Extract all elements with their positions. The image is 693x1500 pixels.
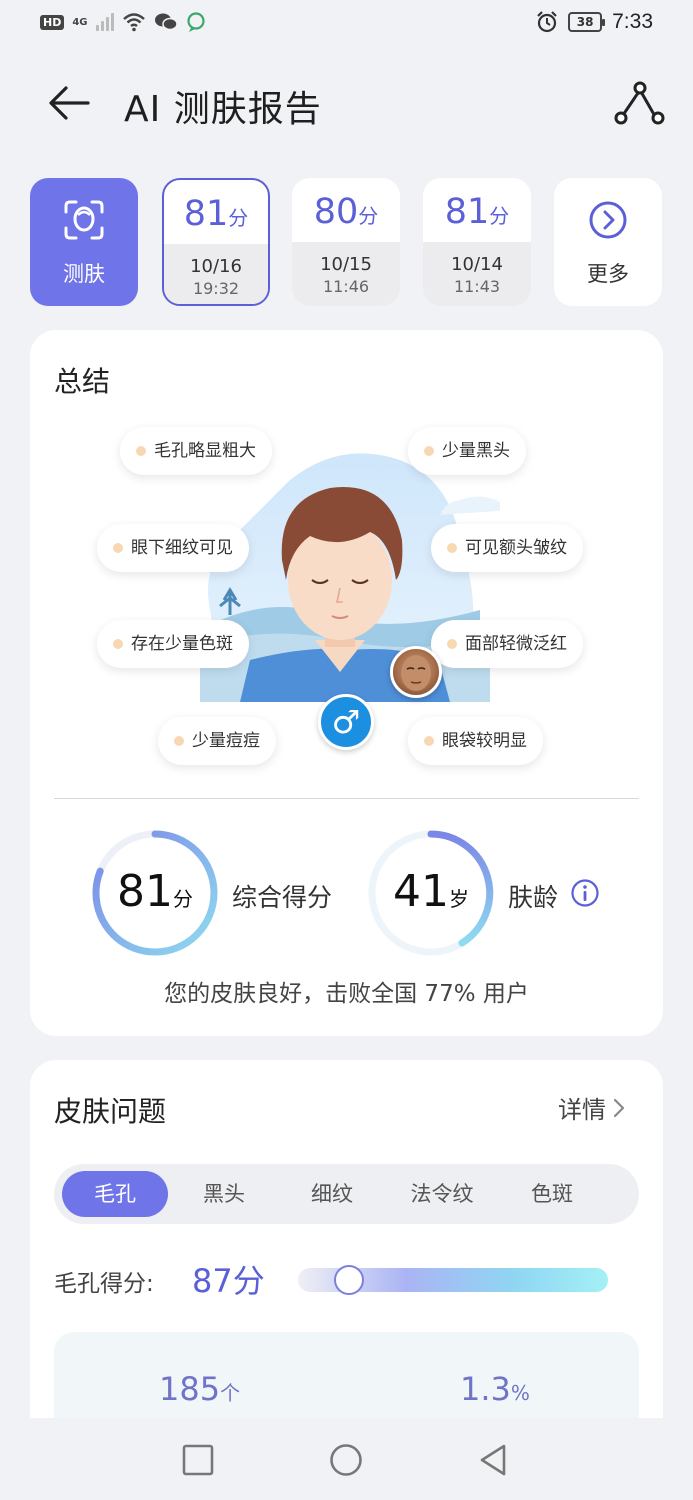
back-arrow-icon <box>49 86 90 120</box>
record-score: 80分 <box>313 192 379 232</box>
skin-tag: 存在少量色斑 <box>97 620 249 668</box>
record-time: 11:43 <box>453 277 501 296</box>
male-icon: ♂ <box>318 694 374 750</box>
face-scan-icon <box>64 200 104 240</box>
skin-age-value: 41岁 <box>393 866 469 917</box>
tab-spots[interactable]: 色斑 <box>500 1171 604 1217</box>
skin-tag: 面部轻微泛红 <box>431 620 583 668</box>
summary-card: 总结 毛孔略显粗大 少量黑头 眼下细纹可见 可见额头皱纹 存在少量色斑 面部轻微… <box>30 330 663 1036</box>
overall-score-label: 综合得分 <box>232 883 333 912</box>
record-meta: 10/15 11:46 <box>292 242 400 306</box>
detail-link[interactable]: 详情 <box>558 1090 626 1125</box>
status-bar: HD 4G 38 7:33 <box>0 0 693 50</box>
pore-score-label: 毛孔得分: <box>54 1271 154 1297</box>
tab-pores[interactable]: 毛孔 <box>62 1171 168 1217</box>
hd-badge: HD <box>40 14 65 30</box>
pore-score-value: 87分 <box>192 1262 265 1300</box>
scan-button[interactable]: 测肤 <box>30 178 138 306</box>
skin-tag: 少量痘痘 <box>158 717 276 765</box>
history-record[interactable]: 81分 10/14 11:43 <box>423 178 531 306</box>
status-right: 38 7:33 <box>536 10 653 34</box>
skin-tag: 眼下细纹可见 <box>97 524 249 572</box>
more-history-button[interactable]: 更多 <box>554 178 662 306</box>
info-icon[interactable] <box>570 878 600 908</box>
overall-score-value: 81分 <box>117 866 193 917</box>
overall-score-gauge: 81分 <box>90 828 220 958</box>
status-left: HD 4G <box>40 12 208 32</box>
wechat-icon <box>154 13 178 31</box>
skin-tag: 少量黑头 <box>408 427 526 475</box>
record-date: 10/16 <box>190 256 242 277</box>
tab-fine-lines[interactable]: 细纹 <box>280 1171 384 1217</box>
score-marker <box>334 1265 364 1295</box>
chevron-right-icon <box>613 1098 625 1117</box>
scan-label: 测肤 <box>63 262 105 286</box>
summary-title: 总结 <box>54 365 111 398</box>
tab-blackheads[interactable]: 黑头 <box>172 1171 276 1217</box>
share-button[interactable] <box>612 78 666 128</box>
record-time: 11:46 <box>322 277 370 296</box>
record-time: 19:32 <box>192 279 240 298</box>
wifi-icon <box>122 13 145 32</box>
tab-nasolabial-folds[interactable]: 法令纹 <box>388 1171 496 1217</box>
signal-icon <box>95 13 114 31</box>
record-date: 10/15 <box>320 254 372 275</box>
issue-tabs: 毛孔 黑头 细纹 法令纹 色斑 <box>54 1164 639 1224</box>
divider <box>54 798 639 799</box>
app-header: AI 测肤报告 <box>0 60 693 150</box>
page-title: AI 测肤报告 <box>124 89 322 130</box>
record-meta: 10/16 19:32 <box>164 244 268 304</box>
face-photo <box>401 655 431 691</box>
pore-area-ratio: 1.3% <box>460 1370 530 1408</box>
more-label: 更多 <box>587 262 629 286</box>
skin-tag: 可见额头皱纹 <box>431 524 583 572</box>
square-icon[interactable] <box>180 1442 216 1478</box>
pore-score-bar <box>298 1265 608 1295</box>
record-score: 81分 <box>183 194 249 234</box>
face-photo-thumbnail[interactable] <box>390 646 442 698</box>
share-icon <box>614 81 665 125</box>
clock: 7:33 <box>612 10 653 33</box>
alarm-icon <box>537 11 557 33</box>
beat-text: 您的皮肤良好，击败全国 77% 用户 <box>164 981 529 1007</box>
record-meta: 10/14 11:43 <box>423 242 531 306</box>
network-type: 4G <box>72 16 88 28</box>
triangle-back-icon[interactable] <box>476 1442 512 1478</box>
pore-count: 185个 <box>159 1370 241 1408</box>
circle-icon[interactable] <box>328 1442 364 1478</box>
history-record[interactable]: 81分 10/16 19:32 <box>162 178 270 306</box>
back-button[interactable] <box>44 80 94 126</box>
chat-bubble-icon <box>186 12 205 32</box>
skin-tag: 眼袋较明显 <box>408 717 543 765</box>
skin-age-gauge: 41岁 <box>366 828 496 958</box>
detail-label: 详情 <box>558 1096 606 1124</box>
system-nav-bar <box>0 1418 693 1500</box>
history-record[interactable]: 80分 10/15 11:46 <box>292 178 400 306</box>
history-strip: 测肤 81分 10/16 19:32 80分 10/15 11:46 81分 1… <box>30 178 663 306</box>
skin-age-label: 肤龄 <box>508 883 559 912</box>
record-score: 81分 <box>444 192 510 232</box>
skin-tag: 毛孔略显粗大 <box>120 427 272 475</box>
record-date: 10/14 <box>451 254 503 275</box>
issues-title: 皮肤问题 <box>54 1095 167 1128</box>
chevron-right-circle-icon <box>589 201 627 239</box>
battery-indicator: 38 <box>568 12 606 32</box>
